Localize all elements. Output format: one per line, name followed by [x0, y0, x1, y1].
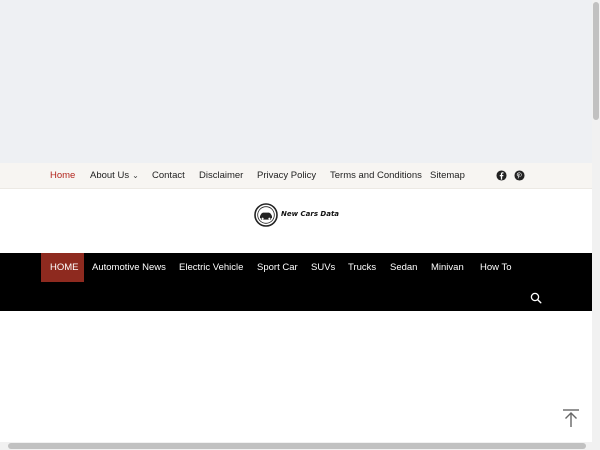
mainnav-trucks[interactable]: Trucks [348, 253, 376, 282]
pinterest-icon[interactable] [514, 170, 525, 181]
chevron-down-icon: ⌄ [132, 171, 139, 180]
topnav-about-us[interactable]: About Us ⌄ [90, 163, 139, 189]
mainnav-sedan[interactable]: Sedan [390, 253, 417, 282]
horizontal-scrollbar-thumb[interactable] [8, 443, 586, 449]
topnav-home[interactable]: Home [50, 163, 75, 189]
mainnav-home[interactable]: HOME [50, 253, 79, 282]
main-navigation: HOME Automotive News Electric Vehicle Sp… [0, 253, 592, 311]
arrow-up-icon[interactable] [561, 408, 581, 428]
logo-text[interactable]: New Cars Data [281, 210, 339, 218]
mainnav-sport-car[interactable]: Sport Car [257, 253, 298, 282]
mainnav-suvs[interactable]: SUVs [311, 253, 335, 282]
search-icon[interactable] [530, 292, 542, 304]
topnav-terms[interactable]: Terms and Conditions [330, 163, 422, 189]
topnav-sitemap[interactable]: Sitemap [430, 163, 465, 189]
mainnav-minivan[interactable]: Minivan [431, 253, 464, 282]
logo-car-icon[interactable] [254, 203, 278, 227]
top-navigation: Home About Us ⌄ Contact Disclaimer Privac… [0, 163, 592, 189]
ad-placeholder [0, 0, 592, 163]
mainnav-automotive-news[interactable]: Automotive News [92, 253, 166, 282]
mainnav-electric-vehicle[interactable]: Electric Vehicle [179, 253, 243, 282]
site-header [0, 190, 592, 253]
vertical-scrollbar-thumb[interactable] [593, 2, 599, 120]
topnav-disclaimer[interactable]: Disclaimer [199, 163, 243, 189]
facebook-icon[interactable] [496, 170, 507, 181]
topnav-contact[interactable]: Contact [152, 163, 185, 189]
mainnav-how-to[interactable]: How To [480, 253, 512, 282]
topnav-privacy-policy[interactable]: Privacy Policy [257, 163, 316, 189]
vertical-scrollbar[interactable] [592, 0, 600, 450]
horizontal-scrollbar[interactable] [0, 442, 592, 450]
